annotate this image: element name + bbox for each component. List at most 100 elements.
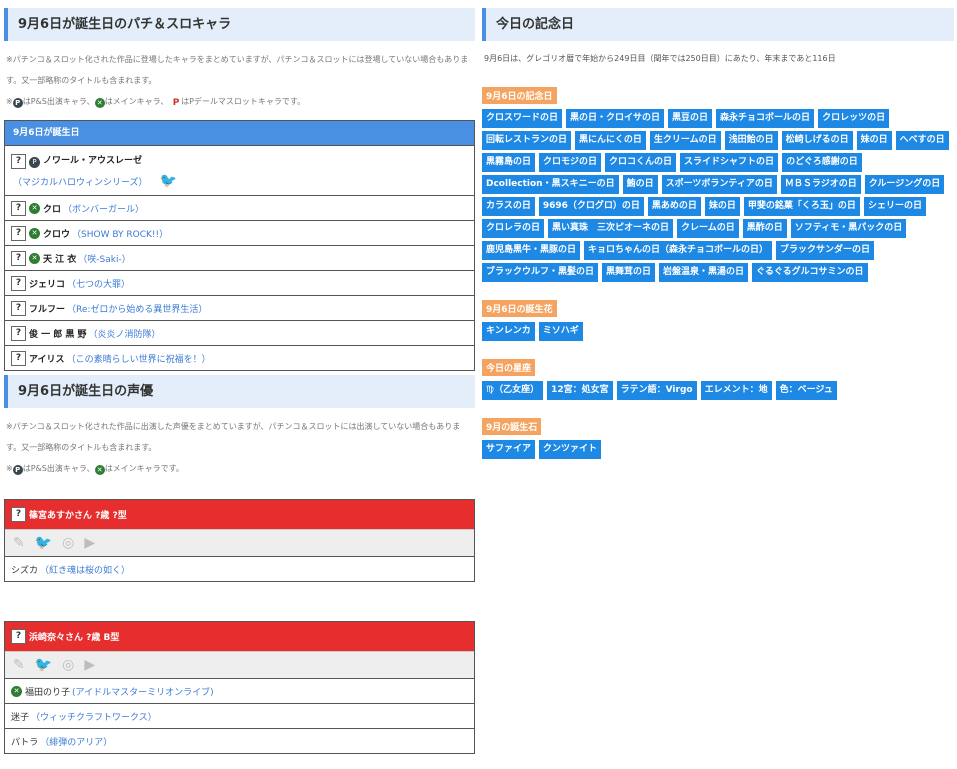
instagram-icon: ◎ (62, 535, 75, 551)
tag-link[interactable]: スポーツボランティアの日 (661, 175, 777, 194)
chara-list: 9月6日が誕生日 ? P ノワール・アウスレーゼ （マジカルハロウィンシリーズ） 🐦 … (4, 120, 475, 371)
tag-link[interactable]: ♍（乙女座） (482, 381, 544, 400)
stone-label: 9月の誕生石 (482, 418, 542, 435)
tag-link[interactable]: 森永チョコボールの日 (716, 109, 815, 128)
unknown-image-icon: ? (11, 300, 26, 316)
tag-link[interactable]: クルージングの日 (864, 175, 945, 194)
right-column: 今日の記念日 9月6日は、グレゴリオ暦で年始から249日目（閏年では250日目）… (482, 8, 954, 459)
tag-link[interactable]: 浅田飴の日 (724, 131, 778, 150)
tag-link[interactable]: Dcollection・黒スキニーの日 (482, 175, 619, 194)
role-row: シズカ （紅き魂は桜の如く） (5, 556, 474, 581)
tag-link[interactable]: 黒の日・クロイサの日 (566, 109, 665, 128)
voice-actor-card: ? 浜崎奈々さん ?歳 B型 ✎ 🐦 ◎ ▶ ✕ 福田のり子 (アイドルマスターミリオ… (4, 621, 475, 754)
tag-link[interactable]: クロレッツの日 (818, 109, 890, 128)
work-link[interactable]: (アイドルマスターミリオンライブ) (72, 685, 214, 698)
work-link[interactable]: （紅き魂は桜の如く） (40, 563, 130, 576)
tag-link[interactable]: 黒霧島の日 (482, 153, 536, 172)
tag-link[interactable]: 黒酢の日 (742, 219, 787, 238)
anniv-intro: 9月6日は、グレゴリオ暦で年始から249日目（閏年では250日目）にあたり、年末… (484, 54, 836, 63)
tag-link[interactable]: 黒にんにくの日 (575, 131, 646, 150)
chara-list-title: 9月6日が誕生日 (5, 121, 474, 145)
zodiac-label: 今日の星座 (482, 359, 536, 376)
unknown-image-icon: ? (11, 507, 26, 522)
tag-link[interactable]: クロモジの日 (539, 153, 602, 172)
voice-legend: ※ P はP&S出演キャラ、 ✕ はメインキャラです。 (6, 464, 184, 475)
tag-link[interactable]: 回転レストランの日 (482, 131, 572, 150)
voice-actor-card: ? 篠宮あすかさん ?歳 ?型 ✎ 🐦 ◎ ▶ シズカ （紅き魂は桜の如く） (4, 499, 475, 582)
tag-link[interactable]: 甲斐の銘菓「くろ玉」の日 (743, 197, 860, 216)
tag-link[interactable]: ラテン語：Virgo (616, 381, 697, 400)
tag-link[interactable]: カラスの日 (482, 197, 535, 216)
tag-link[interactable]: クロレラの日 (482, 219, 545, 238)
tag-link[interactable]: へべすの日 (895, 131, 949, 150)
work-link[interactable]: （マジカルハロウィンシリーズ） (13, 178, 148, 188)
p-mark-icon: P (172, 98, 180, 108)
chara-row: ? 俊 一 郎 黒 野（炎炎ノ消防隊） (5, 320, 474, 345)
tag-link[interactable]: のどぐろ感謝の日 (782, 153, 862, 172)
tag-link[interactable]: 鮪の日 (622, 175, 658, 194)
main-mark-icon: ✕ (29, 202, 40, 214)
tag-link[interactable]: 生クリームの日 (649, 131, 721, 150)
work-link[interactable]: （この素晴らしい世界に祝福を！） (67, 352, 211, 365)
tag-link[interactable]: 12宮：処女宮 (547, 381, 613, 400)
tag-link[interactable]: クロコくんの日 (605, 153, 677, 172)
tag-link[interactable]: クロスワードの日 (482, 109, 563, 128)
tag-link[interactable]: ソフティモ・黒パックの日 (790, 219, 907, 238)
tag-link[interactable]: 岩盤温泉・黒湯の日 (659, 263, 749, 282)
tag-link[interactable]: ブラックサンダーの日 (776, 241, 875, 260)
chara-row: ? ✕ 天 江 衣（咲-Saki-） (5, 245, 474, 270)
chara-row: ? P ノワール・アウスレーゼ （マジカルハロウィンシリーズ） 🐦 (5, 145, 474, 195)
tag-link[interactable]: 黒い真珠 三次ピオーネの日 (548, 219, 674, 238)
tag-link[interactable]: キョロちゃんの日（森永チョコボールの日） (584, 241, 773, 260)
tag-link[interactable]: クレームの日 (677, 219, 739, 238)
tag-link[interactable]: スライドシャフトの日 (680, 153, 779, 172)
ps-mark-icon: P (29, 156, 40, 168)
chara-section-title: 9月6日が誕生日のパチ＆スロキャラ (4, 8, 475, 41)
tag-link[interactable]: 黒舞茸の日 (602, 263, 656, 282)
work-link[interactable]: （SHOW BY ROCK!!） (72, 227, 168, 240)
role-row: 迷子 （ウィッチクラフトワークス） (5, 703, 474, 728)
main-mark-icon: ✕ (11, 685, 22, 697)
tag-link[interactable]: 黒豆の日 (668, 109, 713, 128)
tag-link[interactable]: 色：ベージュ (775, 381, 837, 400)
role-row: パトラ （緋弾のアリア） (5, 728, 474, 753)
tag-link[interactable]: 妹の日 (856, 131, 892, 150)
work-link[interactable]: （炎炎ノ消防隊） (89, 327, 161, 340)
chara-row: ? ✕ クロウ （SHOW BY ROCK!!） (5, 220, 474, 245)
tag-link[interactable]: 鹿児島黒牛・黒豚の日 (482, 241, 581, 260)
twitter-icon[interactable]: 🐦 (35, 657, 52, 673)
tag-link[interactable]: 9696（クログロ）の日 (538, 197, 644, 216)
main-mark-icon: ✕ (94, 98, 105, 108)
tag-link[interactable]: 黒あめの日 (647, 197, 701, 216)
main-mark-icon: ✕ (94, 465, 105, 475)
work-link[interactable]: （緋弾のアリア） (40, 735, 112, 748)
tag-link[interactable]: ブラックウルフ・黒髪の日 (482, 263, 599, 282)
zodiac-tags: ♍（乙女座） 12宮：処女宮 ラテン語：Virgo エレメント：地 色：ベージュ (482, 381, 952, 400)
anniv-section-title: 今日の記念日 (482, 8, 954, 41)
chara-legend: ※ P はP&S出演キャラ、 ✕ はメインキャラ、 P はPデールマスロットキャラです。 (6, 97, 306, 108)
tag-link[interactable]: 妹の日 (704, 197, 740, 216)
tag-link[interactable]: シェリーの日 (863, 197, 926, 216)
tag-link[interactable]: クンツァイト (539, 440, 602, 459)
stone-tags: サファイア クンツァイト (482, 440, 952, 459)
work-link[interactable]: （ウィッチクラフトワークス） (31, 710, 157, 723)
twitter-icon[interactable]: 🐦 (160, 173, 177, 189)
work-link[interactable]: （ボンバーガール） (63, 202, 144, 215)
unknown-image-icon: ? (11, 200, 26, 216)
unknown-image-icon: ? (11, 153, 26, 169)
work-link[interactable]: （七つの大罪） (67, 277, 130, 290)
youtube-icon: ▶ (84, 535, 96, 551)
tag-link[interactable]: ミソハギ (538, 322, 583, 341)
tag-link[interactable]: 松崎しげるの日 (781, 131, 853, 150)
ps-mark-icon: P (12, 465, 23, 475)
unknown-image-icon: ? (11, 629, 26, 644)
tag-link[interactable]: ぐるぐるグルコサミンの日 (752, 263, 868, 282)
tag-link[interactable]: サファイア (482, 440, 536, 459)
chara-row: ? ✕ クロ （ボンバーガール） (5, 195, 474, 220)
twitter-icon: 🐦 (34, 535, 53, 551)
work-link[interactable]: （Re:ゼロから始める異世界生活） (67, 302, 207, 315)
tag-link[interactable]: キンレンカ (482, 322, 535, 341)
tag-link[interactable]: エレメント：地 (700, 381, 772, 400)
tag-link[interactable]: ＭＢＳラジオの日 (780, 175, 861, 194)
work-link[interactable]: （咲-Saki-） (78, 252, 130, 265)
